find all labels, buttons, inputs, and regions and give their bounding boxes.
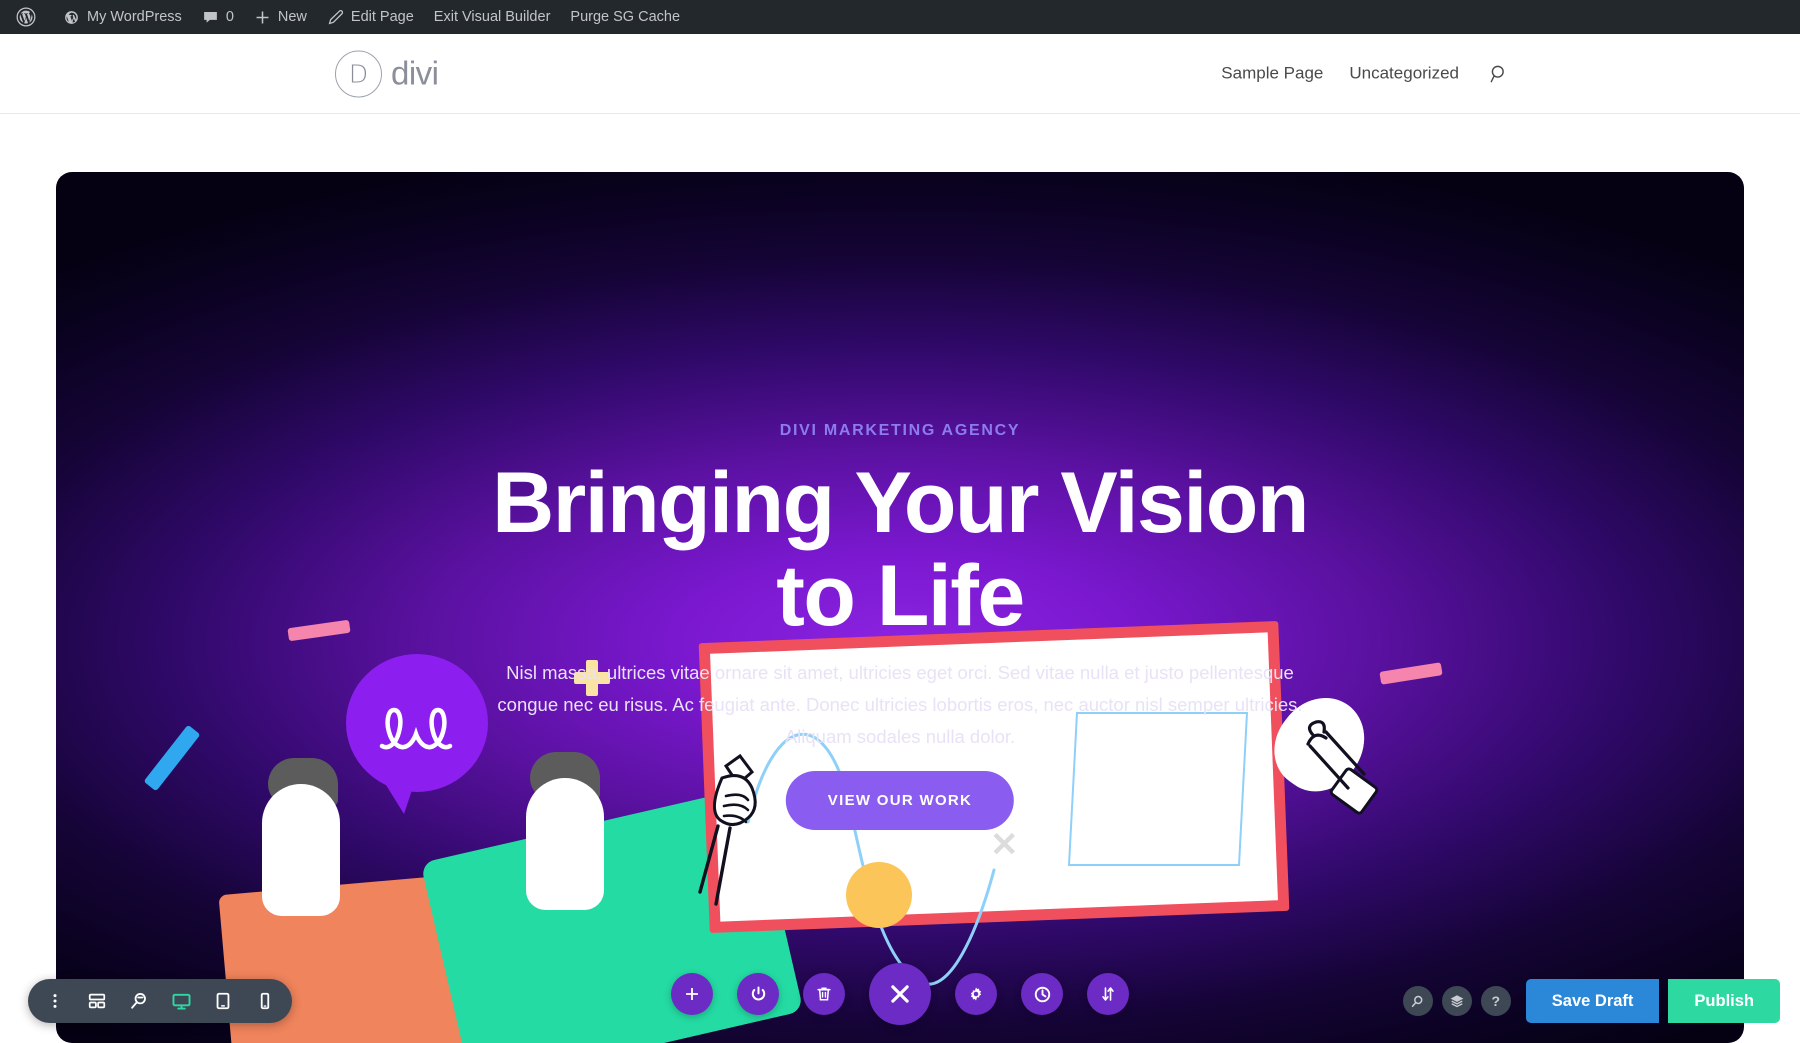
builder-left-toolbar — [28, 979, 292, 1023]
pink-squiggle-right-icon — [1379, 662, 1443, 685]
sort-arrows-icon — [1102, 987, 1114, 1001]
phone-view-button[interactable] — [244, 980, 286, 1022]
builder-menu-button[interactable] — [34, 980, 76, 1022]
hero-eyebrow-text: DIVI MARKETING AGENCY — [779, 422, 1021, 439]
clock-icon — [1034, 986, 1050, 1002]
purple-speech-bubble-icon — [346, 654, 488, 814]
peach-plus-icon — [1088, 862, 1124, 898]
save-draft-button[interactable]: Save Draft — [1525, 979, 1660, 1023]
hero-body-text: Nisl massa, ultrices vitae ornare sit am… — [497, 662, 1303, 747]
admin-bar-label-new: New — [277, 9, 307, 25]
plus-icon — [254, 9, 271, 26]
editing-history-button[interactable] — [1021, 973, 1063, 1015]
vertical-dots-icon — [53, 994, 57, 1008]
zoom-out-icon — [131, 992, 146, 1009]
phone-icon — [260, 992, 270, 1010]
admin-bar-label-purge-sg-cache: Purge SG Cache — [570, 9, 681, 25]
search-builder-button[interactable] — [1402, 986, 1433, 1016]
admin-bar-label-edit-page: Edit Page — [350, 9, 414, 25]
admin-bar-item-wordpress[interactable] — [6, 0, 53, 34]
tablet-icon — [216, 992, 230, 1010]
tablet-view-button[interactable] — [202, 980, 244, 1022]
yellow-circle-shape — [846, 862, 912, 928]
blue-diagonal-bar-icon — [143, 724, 201, 792]
hero-heading-line-1: Bringing Your Vision — [492, 455, 1309, 551]
wordpress-logo-icon — [16, 7, 36, 27]
site-dashboard-icon — [63, 9, 80, 26]
pencil-icon — [327, 9, 344, 26]
admin-bar-item-purge-sg-cache[interactable]: Purge SG Cache — [560, 0, 690, 34]
settings-button[interactable] — [955, 973, 997, 1015]
trash-icon — [817, 987, 831, 1001]
hero-content-wrapper: ✕ DIVI MARKETING AGENCY Bringing Your Vi… — [56, 172, 1744, 1043]
site-logo[interactable]: D divi — [335, 50, 439, 97]
builder-round-actions — [671, 963, 1129, 1025]
admin-bar-label-exit-visual-builder: Exit Visual Builder — [433, 9, 551, 25]
comment-bubble-icon — [202, 9, 219, 26]
admin-bar-item-edit-page[interactable]: Edit Page — [317, 0, 424, 34]
add-section-button[interactable] — [671, 973, 713, 1015]
search-icon[interactable] — [1489, 63, 1510, 84]
wp-admin-bar: My WordPress 0 New Edit Page Exit Visual… — [0, 0, 1800, 34]
nav-item-uncategorized[interactable]: Uncategorized — [1349, 64, 1459, 84]
admin-bar-label-comment-count: 0 — [225, 9, 234, 25]
logo-circle-icon: D — [335, 50, 382, 97]
power-icon — [751, 985, 765, 1000]
publish-button[interactable]: Publish — [1668, 979, 1780, 1023]
wireframe-icon — [88, 993, 106, 1009]
help-button[interactable]: ? — [1480, 986, 1511, 1016]
delete-section-button[interactable] — [803, 973, 845, 1015]
wireframe-view-button[interactable] — [76, 980, 118, 1022]
gray-x-mark-icon: ✕ — [990, 826, 1019, 864]
main-navigation: Sample Page Uncategorized — [1221, 63, 1510, 84]
desktop-view-button[interactable] — [160, 980, 202, 1022]
nav-item-sample-page[interactable]: Sample Page — [1221, 64, 1323, 84]
reorder-button[interactable] — [1087, 973, 1129, 1015]
layers-view-button[interactable] — [1441, 986, 1472, 1016]
admin-bar-item-new[interactable]: New — [244, 0, 317, 34]
hero-heading: Bringing Your Vision to Life — [56, 457, 1744, 643]
admin-bar-item-site-name[interactable]: My WordPress — [53, 0, 192, 34]
layers-icon — [1450, 995, 1464, 1008]
close-x-icon — [891, 985, 909, 1003]
hero-heading-line-2: to Life — [776, 547, 1025, 644]
gear-icon — [970, 987, 982, 1001]
plus-icon — [686, 988, 698, 1000]
admin-bar-item-comments[interactable]: 0 — [192, 0, 244, 34]
desktop-icon — [172, 993, 190, 1010]
builder-right-toolbar: ? Save Draft Publish — [1402, 979, 1780, 1023]
hero-cta-button[interactable]: VIEW OUR WORK — [785, 771, 1015, 830]
hand-with-marker-icon — [698, 753, 757, 906]
site-header: D divi Sample Page Uncategorized — [0, 34, 1800, 114]
toggle-builder-button[interactable] — [737, 973, 779, 1015]
logo-wordmark: divi — [391, 54, 439, 92]
hero-section: ✕ DIVI MARKETING AGENCY Bringing Your Vi… — [56, 172, 1744, 1043]
admin-bar-item-exit-visual-builder[interactable]: Exit Visual Builder — [424, 0, 561, 34]
admin-bar-label-site-name: My WordPress — [87, 9, 182, 25]
close-builder-button[interactable] — [869, 963, 931, 1025]
logo-letter: D — [348, 59, 369, 88]
search-icon — [1412, 995, 1423, 1007]
zoom-view-button[interactable] — [118, 980, 160, 1022]
